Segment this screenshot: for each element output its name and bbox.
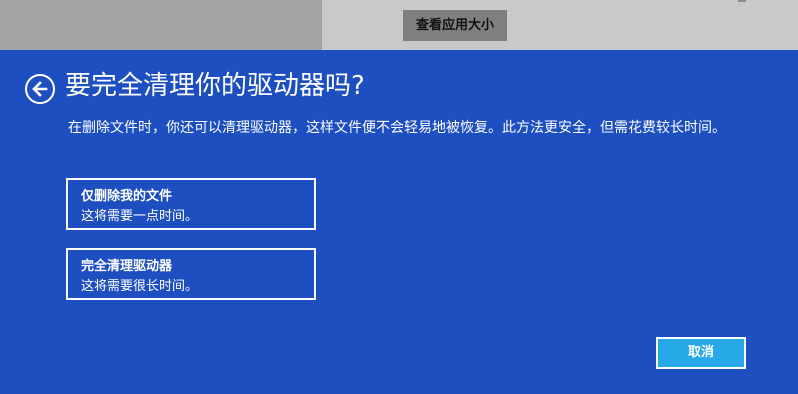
view-app-size-button: 查看应用大小 [403,10,507,41]
clean-drive-dialog: 要完全清理你的驱动器吗? 在删除文件时，你还可以清理驱动器，这样文件便不会轻易地… [0,50,798,394]
dialog-title: 要完全清理你的驱动器吗? [65,71,365,101]
option-fully-clean-drive[interactable]: 完全清理驱动器 这将需要很长时间。 [66,248,316,300]
option-title: 完全清理驱动器 [81,259,173,274]
back-button[interactable] [25,74,55,104]
dialog-description: 在删除文件时，你还可以清理驱动器，这样文件便不会轻易地被恢复。此方法更安全，但需… [68,120,726,136]
option-subtitle: 这将需要很长时间。 [81,279,199,294]
option-subtitle: 这将需要一点时间。 [81,209,199,224]
arrow-left-circle-icon [32,81,48,97]
background-panel [322,0,798,50]
cancel-button[interactable]: 取消 [656,337,746,369]
background-window: 查看应用大小 [0,0,798,50]
option-title: 仅删除我的文件 [81,189,173,204]
background-divider [738,0,746,2]
option-remove-files-only[interactable]: 仅删除我的文件 这将需要一点时间。 [66,178,316,230]
